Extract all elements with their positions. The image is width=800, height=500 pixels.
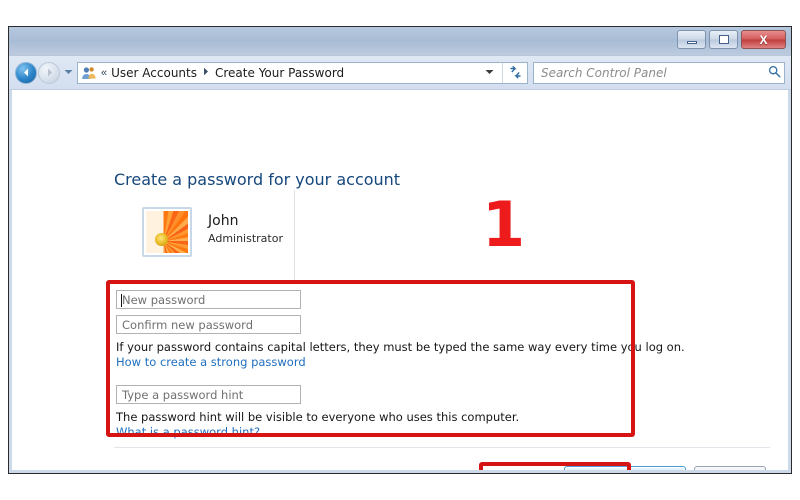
- what-is-password-hint-link[interactable]: What is a password hint?: [116, 425, 636, 439]
- text-caret: [121, 294, 122, 307]
- history-dropdown-button[interactable]: [61, 69, 77, 77]
- maximize-button[interactable]: [709, 30, 738, 49]
- page-title: Create a password for your account: [114, 170, 401, 189]
- minimize-button[interactable]: [677, 30, 706, 49]
- hint-helper-text: The password hint will be visible to eve…: [116, 410, 520, 424]
- user-role: Administrator: [208, 231, 283, 245]
- search-icon: [764, 65, 784, 81]
- control-panel-window: X « User Accounts Create Your Password S…: [8, 26, 792, 474]
- action-buttons: Create password Cancel: [563, 466, 766, 470]
- password-hint-field[interactable]: Type a password hint: [116, 385, 301, 404]
- user-text: John Administrator: [208, 207, 283, 245]
- footer-separator: [114, 447, 770, 448]
- annotation-marker-1: 1: [482, 188, 526, 261]
- user-name: John: [208, 213, 239, 229]
- new-password-field[interactable]: New password: [116, 290, 301, 309]
- content-divider: [294, 190, 295, 282]
- avatar: [142, 207, 192, 257]
- cancel-button[interactable]: Cancel: [694, 466, 766, 470]
- breadcrumb-item-create-your-password[interactable]: Create Your Password: [215, 66, 344, 80]
- breadcrumb-overflow[interactable]: «: [99, 67, 111, 79]
- user-summary: John Administrator: [142, 207, 283, 257]
- search-box[interactable]: Search Control Panel: [533, 61, 785, 84]
- address-dropdown-button[interactable]: [479, 68, 502, 77]
- strong-password-link[interactable]: How to create a strong password: [116, 355, 636, 369]
- password-hint-placeholder: Type a password hint: [122, 387, 244, 402]
- confirm-password-placeholder: Confirm new password: [122, 317, 254, 332]
- minimize-icon: [686, 40, 697, 44]
- nav-arrows: [15, 61, 77, 84]
- content-area: Create a password for your account John …: [9, 90, 791, 473]
- window-controls: X: [677, 30, 786, 49]
- breadcrumb-separator: [197, 67, 215, 78]
- password-helper-text: If your password contains capital letter…: [116, 340, 685, 354]
- back-button[interactable]: [15, 61, 37, 84]
- form-gap: [116, 371, 636, 385]
- refresh-icon[interactable]: [502, 62, 527, 83]
- confirm-password-field[interactable]: Confirm new password: [116, 315, 301, 334]
- maximize-icon: [718, 35, 729, 44]
- password-form: New password Confirm new password If you…: [116, 290, 685, 441]
- navigation-bar: « User Accounts Create Your Password Sea…: [9, 56, 791, 90]
- forward-button[interactable]: [38, 61, 60, 84]
- search-input[interactable]: Search Control Panel: [534, 66, 764, 80]
- address-bar[interactable]: « User Accounts Create Your Password: [77, 61, 528, 84]
- breadcrumb-item-user-accounts[interactable]: User Accounts: [111, 66, 197, 80]
- annotation-marker-2: 2: [418, 466, 454, 470]
- flower-avatar-icon: [146, 211, 188, 253]
- user-accounts-icon: [81, 65, 97, 81]
- close-button[interactable]: X: [741, 30, 786, 49]
- create-password-button[interactable]: Create password: [563, 466, 686, 470]
- title-bar: X: [9, 27, 791, 56]
- new-password-placeholder: New password: [122, 292, 206, 307]
- flower-center-icon: [154, 233, 168, 247]
